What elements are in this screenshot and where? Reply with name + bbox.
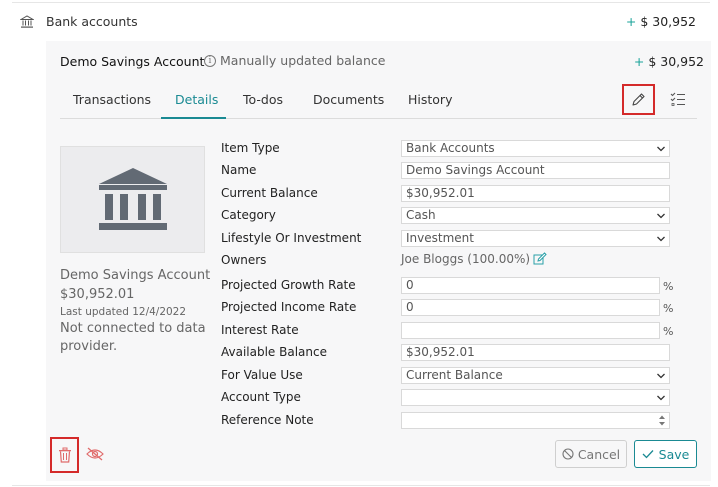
income-rate-unit: % xyxy=(663,302,674,315)
save-label: Save xyxy=(658,446,690,462)
bank-icon xyxy=(19,14,35,28)
name-input[interactable]: Demo Savings Account xyxy=(401,162,670,179)
interest-rate-unit: % xyxy=(663,325,674,338)
reference-note-input[interactable] xyxy=(401,412,670,429)
account-amount-sign: + xyxy=(633,54,645,69)
label-item-type: Item Type xyxy=(221,141,280,155)
owners-value: Joe Bloggs (100.00%) xyxy=(401,252,547,266)
owners-text: Joe Bloggs (100.00%) xyxy=(401,252,531,266)
top-divider xyxy=(12,2,710,3)
current-balance-input[interactable]: $30,952.01 xyxy=(401,185,670,202)
group-amount-sign: + xyxy=(625,14,637,29)
label-available-balance: Available Balance xyxy=(221,345,327,359)
label-account-type: Account Type xyxy=(221,390,301,404)
chevron-down-icon xyxy=(657,213,665,219)
interest-rate-input[interactable] xyxy=(401,322,660,339)
label-for-value-use: For Value Use xyxy=(221,368,303,382)
growth-rate-input[interactable]: 0 xyxy=(401,277,660,294)
group-amount: + $ 30,952 xyxy=(626,14,696,29)
active-tab-indicator xyxy=(161,117,226,119)
checkmark-icon xyxy=(642,450,654,459)
label-category: Category xyxy=(221,208,276,222)
lifestyle-select[interactable]: Investment xyxy=(401,230,670,247)
hide-eye-slash-icon[interactable] xyxy=(86,446,104,461)
for-value-use-value: Current Balance xyxy=(406,368,503,382)
tab-history[interactable]: History xyxy=(408,92,452,107)
checklist-icon[interactable] xyxy=(670,91,686,107)
chevron-down-icon xyxy=(657,146,665,152)
trash-icon xyxy=(58,447,71,463)
item-type-value: Bank Accounts xyxy=(406,141,495,155)
delete-button[interactable] xyxy=(50,437,79,473)
category-select[interactable]: Cash xyxy=(401,207,670,224)
label-growth-rate: Projected Growth Rate xyxy=(221,278,356,292)
tabs-divider xyxy=(60,118,697,119)
label-name: Name xyxy=(221,163,257,177)
account-title: Demo Savings Account xyxy=(60,54,205,69)
tab-documents[interactable]: Documents xyxy=(313,92,384,107)
bottom-divider xyxy=(12,485,710,486)
balance-info: i Manually updated balance xyxy=(204,53,385,68)
group-label[interactable]: Bank accounts xyxy=(46,14,138,29)
category-value: Cash xyxy=(406,208,436,222)
tab-transactions[interactable]: Transactions xyxy=(73,92,151,107)
account-amount: + $ 30,952 xyxy=(634,54,704,69)
side-account-balance: $30,952.01 xyxy=(60,287,135,302)
lifestyle-value: Investment xyxy=(406,231,474,245)
account-type-select[interactable] xyxy=(401,389,670,406)
bank-building-icon xyxy=(98,167,167,230)
cancel-circle-icon xyxy=(562,448,574,460)
pencil-icon xyxy=(632,93,645,106)
chevron-down-icon xyxy=(657,236,665,242)
save-button[interactable]: Save xyxy=(634,440,697,468)
side-connection-status: Not connected to data provider. xyxy=(60,321,206,354)
cancel-button[interactable]: Cancel xyxy=(555,440,627,468)
edit-owners-icon[interactable] xyxy=(533,252,547,266)
account-amount-value: $ 30,952 xyxy=(648,54,704,69)
group-amount-value: $ 30,952 xyxy=(640,14,696,29)
tab-details[interactable]: Details xyxy=(175,92,218,107)
label-lifestyle: Lifestyle Or Investment xyxy=(221,231,362,245)
label-reference-note: Reference Note xyxy=(221,413,314,427)
info-icon: i xyxy=(204,54,216,67)
label-income-rate: Projected Income Rate xyxy=(221,300,357,314)
available-balance-input[interactable]: $30,952.01 xyxy=(401,344,670,361)
label-current-balance: Current Balance xyxy=(221,186,318,200)
for-value-use-select[interactable]: Current Balance xyxy=(401,367,670,384)
item-type-select[interactable]: Bank Accounts xyxy=(401,140,670,157)
income-rate-input[interactable]: 0 xyxy=(401,299,660,316)
chevron-down-icon xyxy=(657,395,665,401)
growth-rate-unit: % xyxy=(663,280,674,293)
chevron-down-icon xyxy=(657,373,665,379)
cancel-label: Cancel xyxy=(577,446,621,462)
side-last-updated: Last updated 12/4/2022 xyxy=(60,306,187,318)
label-interest-rate: Interest Rate xyxy=(221,323,299,337)
label-owners: Owners xyxy=(221,253,267,267)
side-account-name: Demo Savings Account xyxy=(60,268,211,283)
tab-todos[interactable]: To-dos xyxy=(243,92,283,107)
edit-button[interactable] xyxy=(622,84,655,115)
balance-info-text: Manually updated balance xyxy=(220,53,386,68)
spinner-arrows-icon[interactable] xyxy=(658,414,666,427)
account-image xyxy=(60,146,205,253)
